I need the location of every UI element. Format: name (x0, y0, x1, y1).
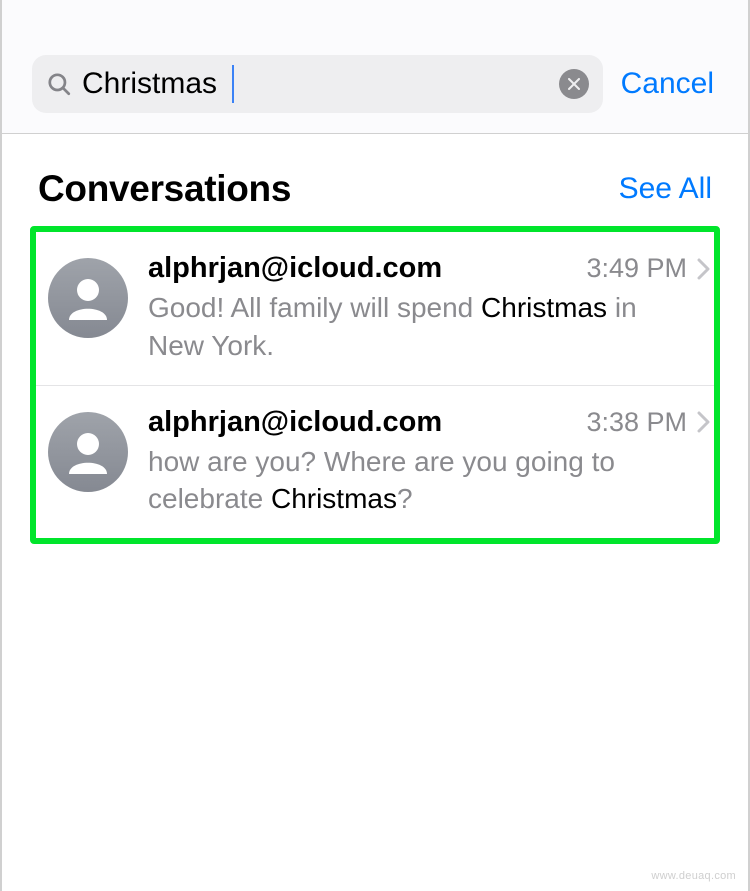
conversation-content: alphrjan@icloud.com 3:38 PM how are you?… (148, 406, 710, 519)
results-highlight: alphrjan@icloud.com 3:49 PM Good! All fa… (30, 226, 720, 544)
search-match: Christmas (481, 292, 607, 323)
conversation-preview: how are you? Where are you going to cele… (148, 443, 710, 519)
search-bar: Cancel (2, 0, 748, 134)
search-input-wrap (82, 67, 559, 101)
see-all-button[interactable]: See All (619, 172, 712, 206)
chevron-right-icon (697, 258, 710, 280)
search-icon (46, 71, 72, 97)
conversation-sender: alphrjan@icloud.com (148, 252, 442, 285)
avatar (48, 412, 128, 492)
conversation-content: alphrjan@icloud.com 3:49 PM Good! All fa… (148, 252, 710, 365)
cancel-button[interactable]: Cancel (621, 67, 718, 101)
conversation-row[interactable]: alphrjan@icloud.com 3:49 PM Good! All fa… (36, 232, 714, 385)
conversation-sender: alphrjan@icloud.com (148, 406, 442, 439)
search-input[interactable] (82, 67, 559, 101)
search-match: Christmas (271, 483, 397, 514)
search-field[interactable] (32, 55, 603, 113)
chevron-right-icon (697, 411, 710, 433)
conversation-preview: Good! All family will spend Christmas in… (148, 289, 710, 365)
clear-search-button[interactable] (559, 69, 589, 99)
conversation-row[interactable]: alphrjan@icloud.com 3:38 PM how are you?… (36, 385, 714, 539)
watermark: www.deuaq.com (651, 870, 736, 882)
text-caret (232, 65, 234, 103)
section-header: Conversations See All (2, 134, 748, 226)
avatar (48, 258, 128, 338)
conversation-time: 3:38 PM (586, 407, 687, 438)
conversation-time: 3:49 PM (586, 253, 687, 284)
section-title: Conversations (38, 168, 291, 210)
